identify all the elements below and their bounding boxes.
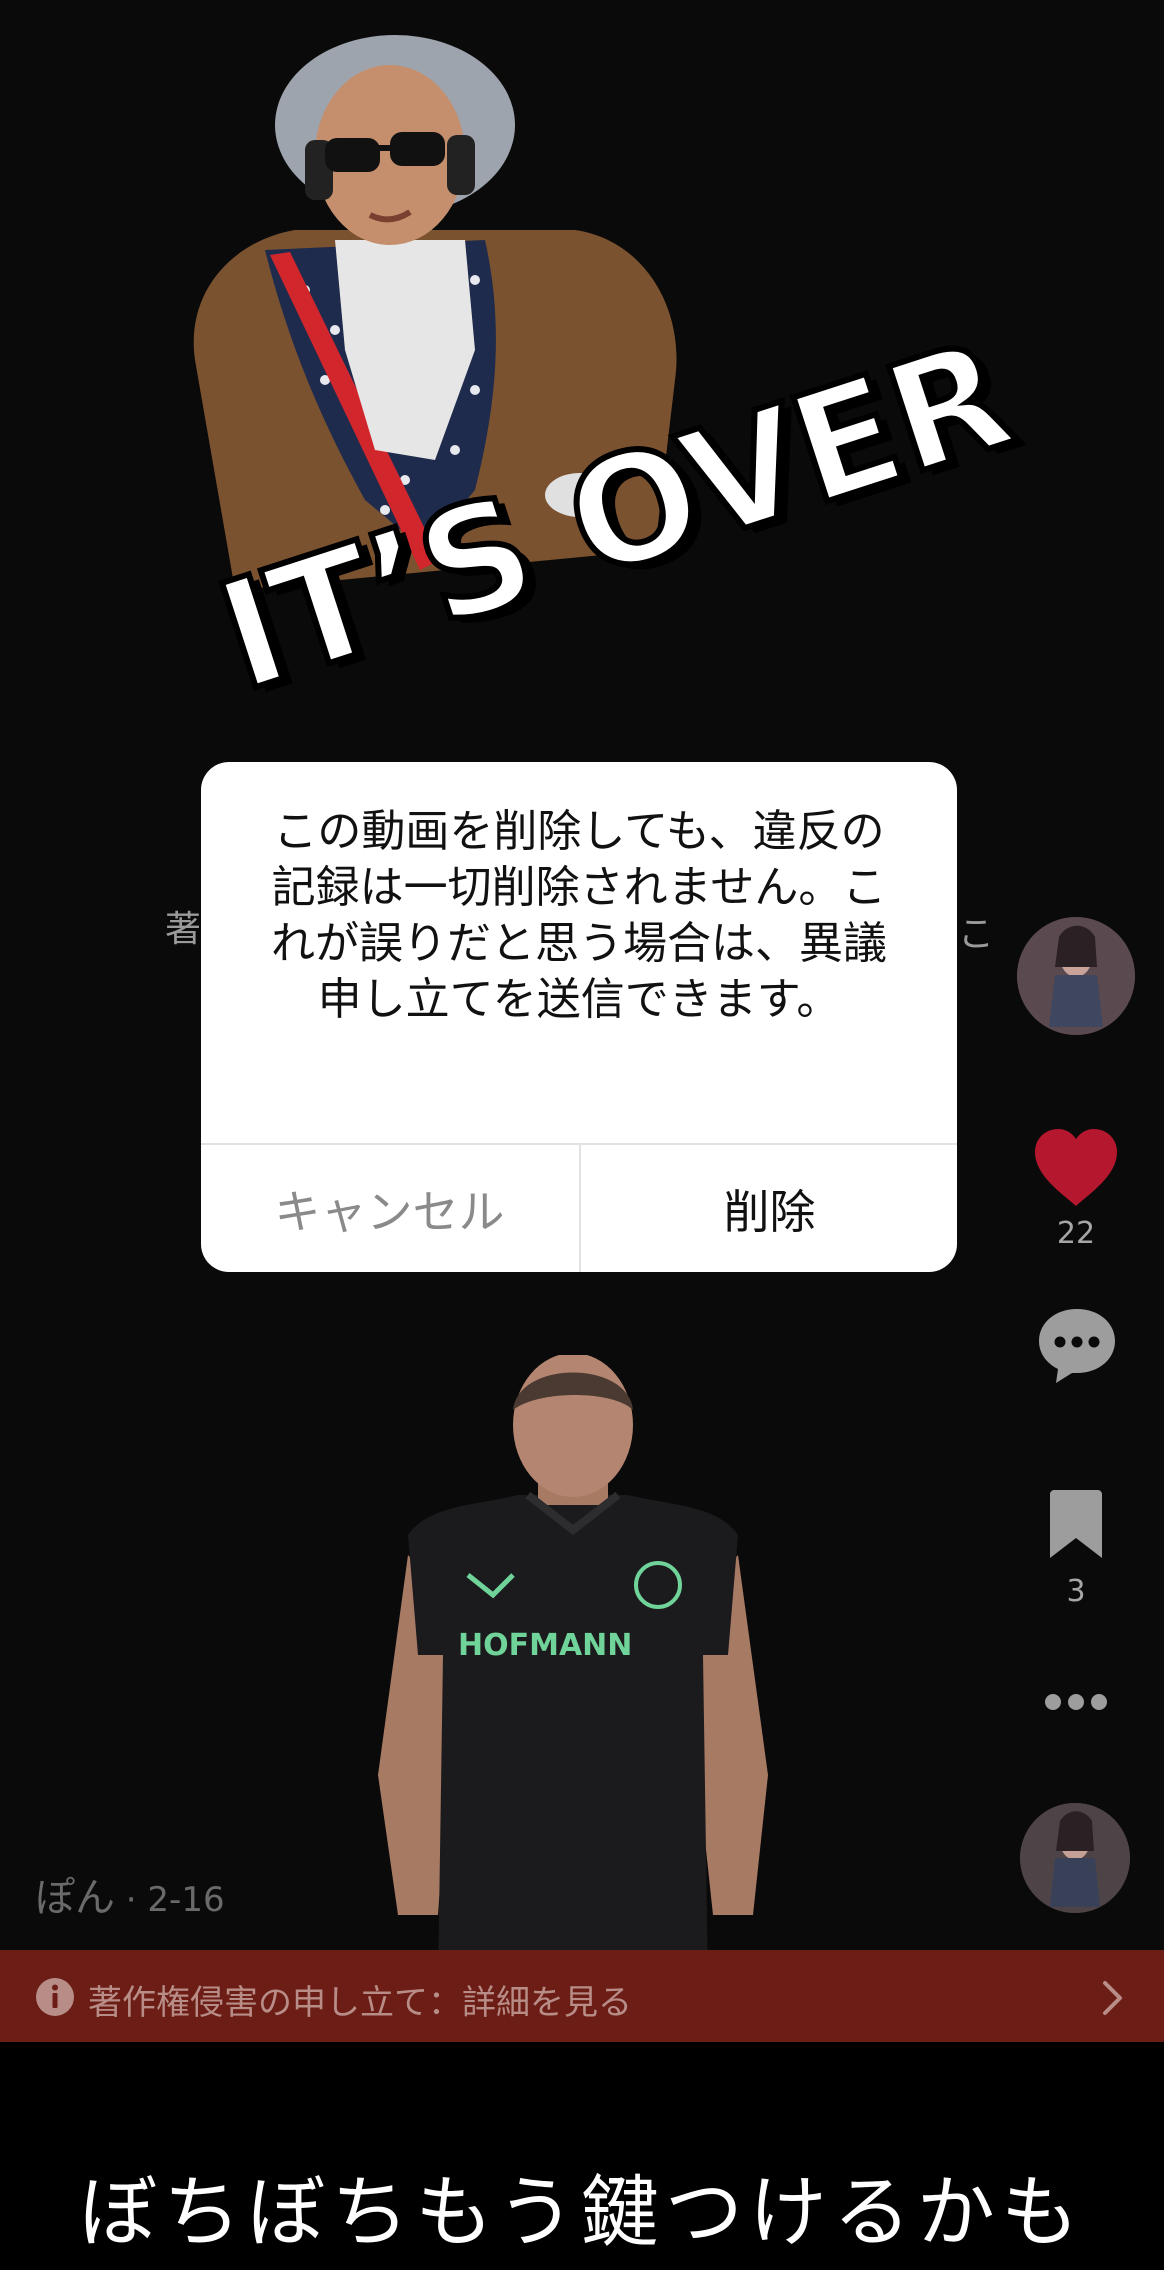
info-icon <box>36 1978 74 2016</box>
author-name[interactable]: ぽん <box>35 1875 115 1921</box>
delete-confirmation-dialog: この動画を削除しても、違反の記録は一切削除されません。これが誤りだと思う場合は、… <box>201 762 957 1272</box>
caption-text: ぼちぼちもう鍵つけるかも <box>79 2168 1085 2258</box>
faint-caption-left: 著 <box>165 909 202 950</box>
post-date: · 2-16 <box>115 1880 225 1920</box>
author-line: ぽん · 2-16 <box>35 1865 225 1923</box>
sound-avatar-image <box>1020 1803 1130 1913</box>
screen: IT’S OVER HOFMANN 著 こ 22 3 ぽん · 2-16 著作権… <box>0 0 1164 2270</box>
faint-caption-right: こ <box>958 914 995 955</box>
comment-icon[interactable] <box>1036 1305 1118 1385</box>
sticker-player-image: HOFMANN <box>378 1355 768 1985</box>
heart-icon[interactable] <box>1033 1128 1119 1208</box>
dialog-message: この動画を削除しても、違反の記録は一切削除されません。これが誤りだと思う場合は、… <box>271 806 887 1025</box>
bookmark-count: 3 <box>1066 1574 1086 1609</box>
copyright-notice-banner[interactable]: 著作権侵害の申し立て：詳細を見る <box>0 1950 1164 2042</box>
sound-avatar[interactable] <box>1020 1803 1130 1913</box>
chevron-right-icon <box>1103 1981 1122 2015</box>
copyright-notice-text: 著作権侵害の申し立て：詳細を見る <box>88 1983 632 2023</box>
more-icon[interactable] <box>1043 1692 1109 1712</box>
avatar-image <box>1017 917 1135 1035</box>
svg-text:HOFMANN: HOFMANN <box>458 1628 632 1663</box>
bookmark-icon[interactable] <box>1046 1490 1106 1560</box>
creator-avatar[interactable] <box>1017 917 1135 1035</box>
like-count: 22 <box>1056 1216 1096 1251</box>
delete-button[interactable]: 削除 <box>581 1145 957 1272</box>
cancel-button[interactable]: キャンセル <box>201 1145 578 1272</box>
